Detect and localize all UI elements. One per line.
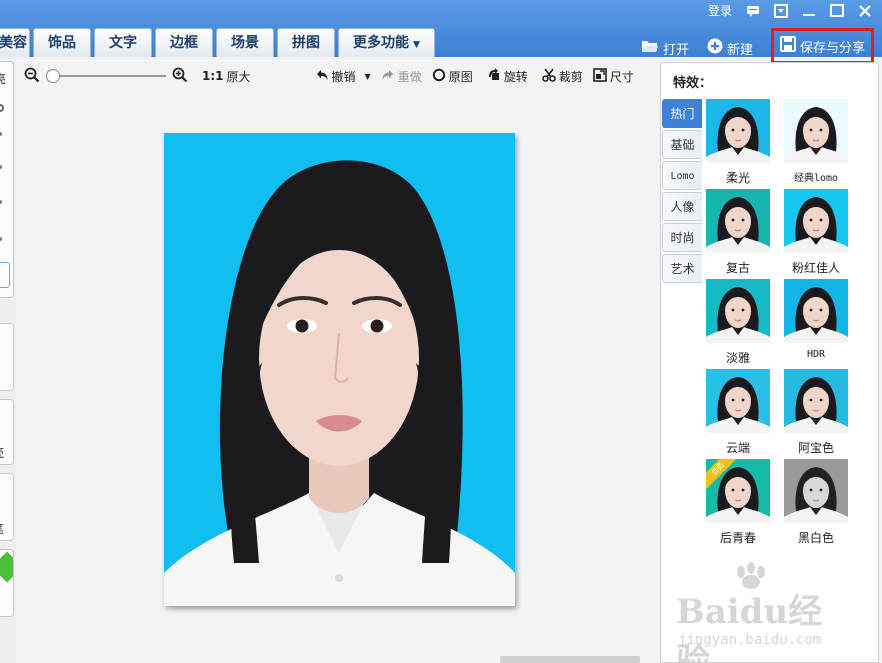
effect-item[interactable]: HDR	[783, 279, 849, 360]
watermark: Baidu经验 jingyan.baidu.com	[676, 562, 836, 663]
tab-text[interactable]: 文字	[94, 28, 152, 57]
effect-thumbnail	[784, 279, 848, 343]
zoom-slider[interactable]	[46, 69, 166, 83]
slider-dot[interactable]	[0, 132, 2, 136]
tab-border[interactable]: 边框	[155, 28, 213, 57]
scrollbar[interactable]	[870, 65, 876, 105]
left-panel-top: 亮	[0, 61, 14, 298]
effect-thumbnail	[784, 459, 848, 523]
adjust-knob-icon[interactable]	[0, 104, 4, 112]
photo-canvas[interactable]	[164, 133, 515, 606]
main-tabs: 美容 饰品 文字 边框 场景 拼图 更多功能 ▼	[0, 28, 435, 57]
undo-button[interactable]: 撤销 ▼	[315, 68, 371, 85]
effect-thumbnail	[706, 189, 770, 253]
effect-label: 云端	[725, 441, 750, 455]
resize-icon	[592, 67, 607, 85]
scissors-icon	[541, 68, 556, 85]
effect-item[interactable]: 黑白色	[783, 459, 849, 546]
effect-thumbnail: 会员	[706, 459, 770, 523]
actual-size-button[interactable]: 1:1 原大	[202, 68, 251, 85]
left-panel-card-new[interactable]	[0, 549, 14, 617]
effect-label: 后青春	[719, 531, 756, 545]
save-share-button[interactable]: 保存与分享	[770, 28, 874, 64]
effect-label: 粉红佳人	[791, 261, 840, 275]
slider-dot[interactable]	[0, 200, 2, 204]
tab-art[interactable]: 艺术	[662, 254, 702, 283]
effect-item[interactable]: 会员 后青春	[705, 459, 771, 546]
effect-item[interactable]: 粉红佳人	[783, 189, 849, 276]
skin-icon[interactable]	[774, 3, 788, 18]
redo-icon	[381, 68, 395, 85]
effect-label: HDR	[806, 349, 826, 360]
left-panel-card[interactable]: 壳	[0, 399, 14, 465]
new-button[interactable]: 新建	[707, 38, 753, 58]
maximize-icon[interactable]	[830, 3, 844, 18]
undo-dropdown-icon[interactable]: ▼	[365, 72, 371, 81]
tab-hot[interactable]: 热门	[662, 99, 702, 128]
tab-accessories[interactable]: 饰品	[33, 28, 91, 57]
effect-thumbnail	[706, 279, 770, 343]
effect-thumbnail	[784, 369, 848, 433]
effect-thumbnail	[706, 99, 770, 163]
tab-scene[interactable]: 场景	[216, 28, 274, 57]
tab-basic[interactable]: 基础	[662, 130, 702, 159]
tab-beauty[interactable]: 美容	[0, 28, 30, 57]
size-button[interactable]: 尺寸	[592, 67, 634, 85]
effect-item[interactable]: 复古	[705, 189, 771, 276]
window-controls: 登录	[708, 2, 872, 19]
rotate-button[interactable]: 旋转	[487, 67, 528, 85]
effect-label: 淡雅	[725, 351, 750, 365]
zoom-in-icon[interactable]	[172, 67, 188, 86]
folder-icon	[641, 39, 659, 57]
message-icon[interactable]	[746, 4, 760, 18]
crop-button[interactable]: 裁剪	[541, 68, 583, 85]
zoom-out-icon[interactable]	[24, 67, 40, 86]
left-panel-card[interactable]	[0, 323, 14, 391]
effect-item[interactable]: 阿宝色	[783, 369, 849, 456]
new-badge	[0, 551, 13, 583]
editor-toolbar: 1:1 原大 撤销 ▼ 重做 原图 旋转 裁剪 尺寸	[24, 64, 652, 88]
plus-circle-icon	[707, 38, 723, 58]
effect-item[interactable]: 淡雅	[705, 279, 771, 366]
zoom-slider-handle[interactable]	[46, 69, 60, 83]
top-actions: 打开 新建 保存与分享	[641, 28, 874, 64]
login-link[interactable]: 登录	[708, 2, 732, 19]
original-image-button[interactable]: 原图	[432, 68, 473, 85]
save-icon	[779, 36, 796, 56]
effect-thumbnail	[784, 189, 848, 253]
effect-thumbnail	[706, 369, 770, 433]
chevron-down-icon: ▼	[413, 40, 420, 50]
circle-icon	[432, 68, 446, 85]
tab-portrait[interactable]: 人像	[662, 192, 702, 221]
undo-icon	[315, 68, 329, 85]
tab-collage[interactable]: 拼图	[277, 28, 335, 57]
redo-button[interactable]: 重做	[381, 68, 422, 85]
effect-item[interactable]: 经典lomo	[783, 99, 849, 184]
effect-label: 柔光	[725, 171, 750, 185]
effect-label: 复古	[725, 261, 750, 275]
left-panel-card[interactable]: 笔	[0, 473, 14, 541]
effects-title: 特效：	[673, 76, 713, 91]
tab-more-features[interactable]: 更多功能 ▼	[338, 28, 435, 57]
effect-item[interactable]: 柔光	[705, 99, 771, 186]
open-button[interactable]: 打开	[641, 39, 689, 58]
effect-label: 经典lomo	[793, 173, 839, 184]
slider-dot[interactable]	[0, 237, 2, 241]
rotate-icon	[487, 67, 501, 85]
horizontal-scrollbar[interactable]	[500, 656, 640, 663]
portrait-image	[164, 133, 515, 606]
left-panel-button[interactable]	[0, 262, 10, 288]
minimize-icon[interactable]	[802, 4, 816, 18]
effect-item[interactable]: 云端	[705, 369, 771, 456]
tab-fashion[interactable]: 时尚	[662, 223, 702, 252]
close-icon[interactable]	[858, 4, 872, 18]
tab-lomo[interactable]: Lomo	[662, 161, 702, 190]
effect-label: 阿宝色	[797, 441, 834, 455]
left-tool-panel: 亮 壳 笔	[0, 57, 16, 663]
zoom-slider-track	[46, 75, 166, 77]
slider-dot[interactable]	[0, 165, 2, 169]
effect-thumbnail	[784, 99, 848, 163]
effect-label: 黑白色	[797, 531, 834, 545]
top-bar: 登录 美容 饰品 文字 边框 场景 拼图 更多功能 ▼ 打开 新建 保存与分享	[0, 0, 882, 64]
